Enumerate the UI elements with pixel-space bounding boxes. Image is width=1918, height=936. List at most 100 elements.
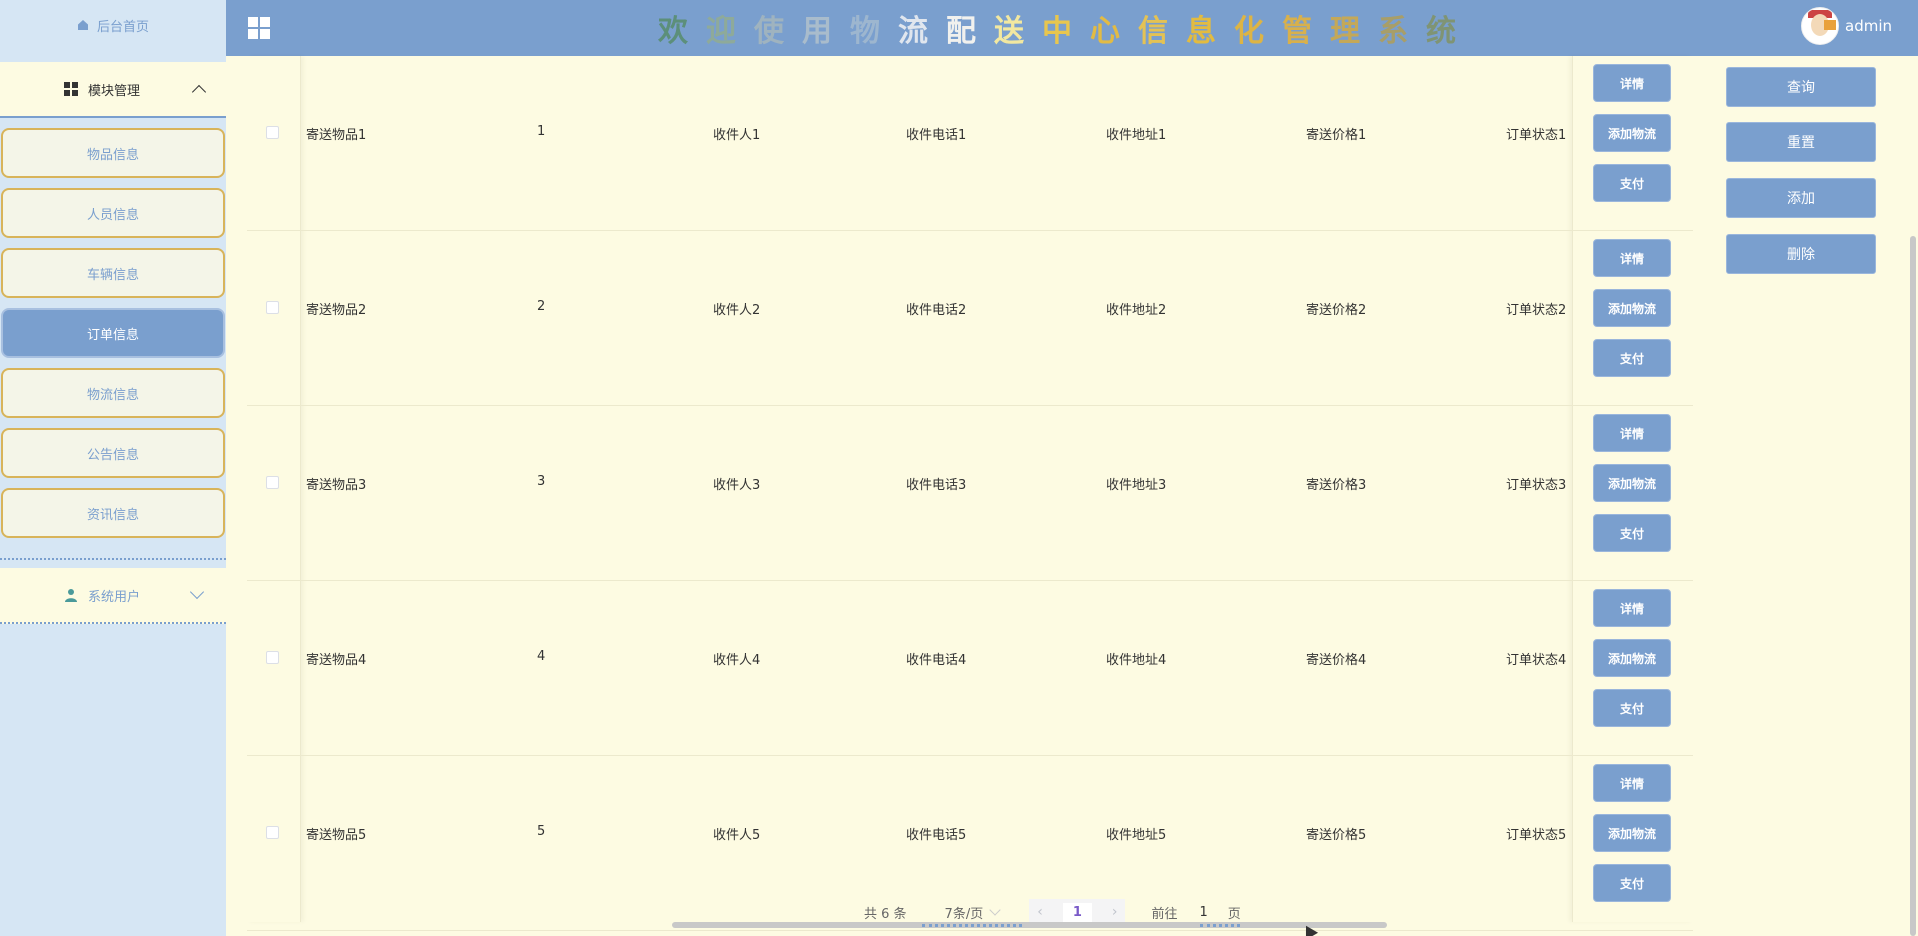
delete-button[interactable]: 删除 — [1726, 234, 1876, 274]
pay-button[interactable]: 支付 — [1593, 339, 1671, 377]
sidebar-menu-item[interactable]: 物品信息 — [1, 128, 225, 178]
title-char: 送 — [994, 14, 1042, 49]
avatar — [1801, 7, 1839, 45]
add-button[interactable]: 添加 — [1726, 178, 1876, 218]
cell-status: 订单状态2 — [1506, 303, 1567, 318]
sidebar-item-home[interactable]: 后台首页 — [0, 0, 226, 50]
detail-button[interactable]: 详情 — [1593, 64, 1671, 102]
system-users-label: 系统用户 — [88, 589, 141, 605]
scroll-indicator — [1200, 924, 1240, 927]
cell-receiver: 收件人3 — [713, 478, 761, 493]
title-char: 欢 — [658, 14, 706, 49]
username: admin — [1845, 17, 1892, 35]
page-size-select[interactable]: 7条/页 — [945, 903, 984, 922]
row-checkbox[interactable] — [266, 476, 279, 489]
pay-button[interactable]: 支付 — [1593, 514, 1671, 552]
detail-button[interactable]: 详情 — [1593, 239, 1671, 277]
cell-qty: 3 — [537, 474, 546, 489]
cell-qty: 5 — [537, 824, 546, 839]
cell-qty: 4 — [537, 649, 546, 664]
title-char: 心 — [1090, 14, 1138, 49]
cell-receiver: 收件人5 — [713, 828, 761, 843]
cell-item: 寄送物品1 — [306, 128, 367, 143]
table-row: 寄送物品1 1 收件人1 收件电话1 收件地址1 寄送价格1 订单状态1 详情 添加物流 支付 — [247, 56, 1693, 231]
cell-item: 寄送物品5 — [306, 828, 367, 843]
pay-button[interactable]: 支付 — [1593, 164, 1671, 202]
row-checkbox[interactable] — [266, 651, 279, 664]
title-char: 中 — [1042, 14, 1090, 49]
cell-item: 寄送物品2 — [306, 303, 367, 318]
cell-address: 收件地址2 — [1106, 303, 1167, 318]
sidebar-menu-item[interactable]: 物流信息 — [1, 368, 225, 418]
table-row: 寄送物品3 3 收件人3 收件电话3 收件地址3 寄送价格3 订单状态3 详情 添加物流 支付 — [247, 406, 1693, 581]
cell-phone: 收件电话2 — [906, 303, 967, 318]
row-checkbox[interactable] — [266, 301, 279, 314]
goto-label: 前往 — [1151, 906, 1178, 922]
cell-address: 收件地址3 — [1106, 478, 1167, 493]
horizontal-scrollbar[interactable] — [672, 922, 1387, 928]
vertical-scrollbar[interactable] — [1910, 236, 1916, 936]
cell-status: 订单状态4 — [1506, 653, 1567, 668]
pay-button[interactable]: 支付 — [1593, 689, 1671, 727]
sidebar-item-label: 后台首页 — [96, 19, 149, 35]
page-suffix: 页 — [1227, 906, 1241, 922]
cell-receiver: 收件人4 — [713, 653, 761, 668]
apps-grid-icon[interactable] — [248, 17, 270, 39]
home-icon — [77, 20, 88, 30]
grid-icon — [64, 82, 78, 96]
add-logistics-button[interactable]: 添加物流 — [1593, 814, 1671, 852]
top-header: 欢迎使用物流配送中心信息化管理系统 admin — [226, 0, 1918, 56]
detail-button[interactable]: 详情 — [1593, 589, 1671, 627]
table-row: 寄送物品4 4 收件人4 收件电话4 收件地址4 寄送价格4 订单状态4 详情 添加物流 支付 — [247, 581, 1693, 756]
cell-item: 寄送物品4 — [306, 653, 367, 668]
title-char: 用 — [802, 14, 850, 49]
sidebar-menu-item[interactable]: 人员信息 — [1, 188, 225, 238]
title-char: 配 — [946, 14, 994, 49]
cell-price: 寄送价格5 — [1306, 828, 1367, 843]
sidebar-menu-item[interactable]: 车辆信息 — [1, 248, 225, 298]
cell-address: 收件地址1 — [1106, 128, 1167, 143]
sidebar: 后台首页 模块管理 物品信息人员信息车辆信息订单信息物流信息公告信息资讯信息 系… — [0, 0, 226, 936]
cell-status: 订单状态1 — [1506, 128, 1567, 143]
user-icon — [65, 589, 77, 602]
add-logistics-button[interactable]: 添加物流 — [1593, 289, 1671, 327]
title-char: 使 — [754, 14, 802, 49]
pagination: 共 6 条 7条/页 ‹ 1 › 前往 1 页 — [864, 899, 1241, 925]
row-checkbox[interactable] — [266, 826, 279, 839]
title-char: 物 — [850, 14, 898, 49]
scroll-indicator — [922, 924, 1022, 927]
cell-phone: 收件电话1 — [906, 128, 967, 143]
goto-page-input[interactable]: 1 — [1199, 905, 1207, 920]
add-logistics-button[interactable]: 添加物流 — [1593, 114, 1671, 152]
add-logistics-button[interactable]: 添加物流 — [1593, 639, 1671, 677]
sidebar-menu-item[interactable]: 资讯信息 — [1, 488, 225, 538]
add-logistics-button[interactable]: 添加物流 — [1593, 464, 1671, 502]
pay-button[interactable]: 支付 — [1593, 864, 1671, 902]
module-menu: 物品信息人员信息车辆信息订单信息物流信息公告信息资讯信息 — [0, 118, 226, 560]
page-number[interactable]: 1 — [1062, 902, 1092, 922]
row-checkbox[interactable] — [266, 126, 279, 139]
reset-button[interactable]: 重置 — [1726, 122, 1876, 162]
cell-receiver: 收件人2 — [713, 303, 761, 318]
cell-phone: 收件电话3 — [906, 478, 967, 493]
title-char: 理 — [1330, 14, 1378, 49]
cell-address: 收件地址5 — [1106, 828, 1167, 843]
module-management-label: 模块管理 — [88, 83, 141, 99]
cell-status: 订单状态3 — [1506, 478, 1567, 493]
next-page-icon[interactable]: › — [1112, 904, 1118, 920]
user-menu[interactable]: admin — [1801, 7, 1892, 45]
page-title: 欢迎使用物流配送中心信息化管理系统 — [646, 6, 1486, 50]
prev-page-icon[interactable]: ‹ — [1037, 904, 1043, 920]
system-users-toggle[interactable]: 系统用户 — [0, 568, 226, 624]
cell-qty: 1 — [537, 124, 546, 139]
sidebar-menu-item[interactable]: 公告信息 — [1, 428, 225, 478]
detail-button[interactable]: 详情 — [1593, 414, 1671, 452]
cell-price: 寄送价格1 — [1306, 128, 1367, 143]
detail-button[interactable]: 详情 — [1593, 764, 1671, 802]
query-button[interactable]: 查询 — [1726, 67, 1876, 107]
module-management-toggle[interactable]: 模块管理 — [0, 62, 226, 118]
cell-price: 寄送价格2 — [1306, 303, 1367, 318]
sidebar-menu-item[interactable]: 订单信息 — [1, 308, 225, 358]
chevron-down-icon — [989, 904, 1001, 916]
cell-status: 订单状态5 — [1506, 828, 1567, 843]
